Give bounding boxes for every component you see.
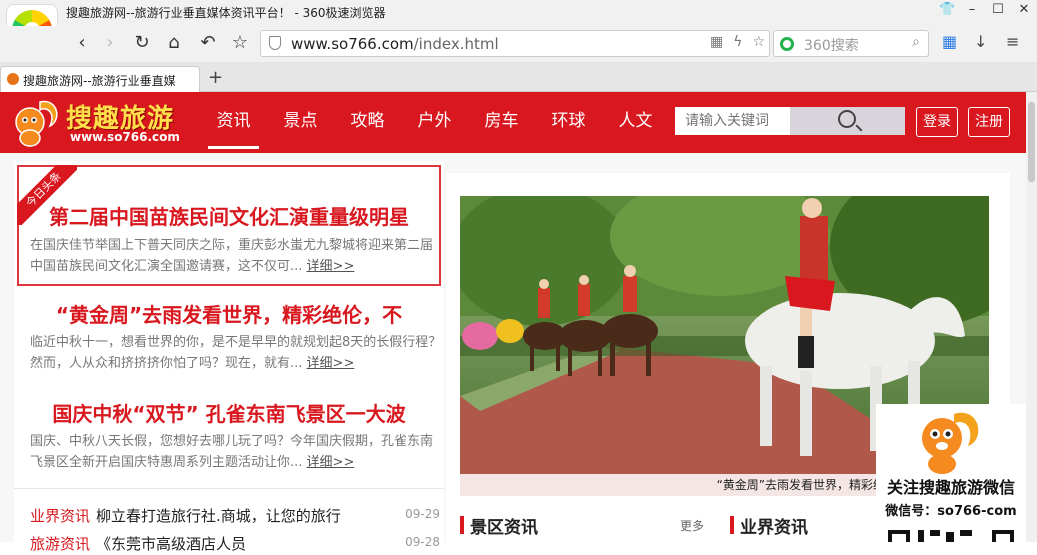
story-summary: 临近中秋十一，想看世界的你，是不是早早的就规划起8天的长假行程？然而，人从众和挤… — [30, 332, 442, 374]
divider — [14, 488, 444, 489]
site-header: 搜趣旅游 www.so766.com 资讯 景点 攻略 户外 房车 环球 人文 … — [0, 92, 1026, 153]
story-more-link[interactable]: 详细>> — [307, 356, 355, 371]
forward-icon[interactable]: › — [98, 31, 122, 55]
news-category[interactable]: 业界资讯 — [30, 507, 90, 525]
section-scenic[interactable]: 景区资讯 — [460, 513, 538, 538]
close-icon[interactable]: ✕ — [1017, 2, 1031, 17]
qr-code-image — [888, 530, 1014, 542]
browser-toolbar: ‹ › ↻ ⌂ ↶ ☆ www.so766.com/index.html ▦ ϟ… — [0, 26, 1037, 62]
menu-icon[interactable]: ≡ — [1006, 32, 1019, 51]
site-favicon-icon — [7, 73, 19, 85]
lightning-icon[interactable]: ϟ — [733, 34, 742, 50]
news-date: 09-29 — [405, 507, 440, 521]
story-summary: 国庆、中秋八天长假，您想好去哪儿玩了吗？今年国庆假期，孔雀东南飞景区全新开启国庆… — [30, 431, 442, 473]
qr-title: 关注搜趣旅游微信 — [886, 478, 1015, 497]
tab-active[interactable]: 搜趣旅游网--旅游行业垂直媒 — [0, 66, 200, 92]
wechat-follow-panel[interactable]: 关注搜趣旅游微信 微信号：so766-com — [876, 404, 1026, 542]
minimize-icon[interactable]: – — [965, 2, 979, 17]
story-summary-text: 在国庆佳节举国上下普天同庆之际，重庆彭水蚩尤九黎城将迎来第二届中国苗族民间文化汇… — [30, 238, 434, 274]
nav-item-culture[interactable]: 人文 — [602, 92, 669, 153]
news-title[interactable]: 《东莞市高级酒店人员 — [96, 535, 246, 553]
story-title[interactable]: 国庆中秋“双节” 孔雀东南飞景区一大波 — [19, 398, 439, 427]
reload-icon[interactable]: ↻ — [130, 31, 154, 55]
story-more-link[interactable]: 详细>> — [307, 259, 355, 274]
undo-icon[interactable]: ↶ — [196, 31, 220, 55]
main-nav: 资讯 景点 攻略 户外 房车 环球 人文 — [200, 92, 669, 153]
register-button[interactable]: 注册 — [968, 107, 1010, 137]
story-title[interactable]: “黄金周”去雨发看世界，精彩绝伦，不 — [19, 299, 439, 328]
squirrel-mascot-icon — [922, 412, 979, 474]
home-icon[interactable]: ⌂ — [162, 31, 186, 55]
nav-item-rv[interactable]: 房车 — [468, 92, 535, 153]
nav-item-outdoor[interactable]: 户外 — [401, 92, 468, 153]
site-logo[interactable]: 搜趣旅游 www.so766.com — [8, 94, 193, 150]
qr-account: 微信号：so766-com — [885, 504, 1017, 519]
browser-search-placeholder: 360搜索 — [804, 38, 859, 54]
back-icon[interactable]: ‹ — [70, 31, 94, 55]
window-title: 搜趣旅游网--旅游行业垂直媒体资讯平台！ - 360极速浏览器 — [66, 6, 386, 20]
url-path: /index.html — [413, 35, 499, 53]
shield-icon — [269, 36, 281, 50]
search-engine-icon[interactable] — [780, 37, 794, 51]
qr-scan-icon[interactable]: ▦ — [710, 34, 723, 50]
news-date: 09-28 — [405, 535, 440, 549]
list-item[interactable]: 旅游资讯 《东莞市高级酒店人员 09-28 — [30, 533, 440, 555]
logo-url: www.so766.com — [70, 130, 180, 144]
login-button[interactable]: 登录 — [916, 107, 958, 137]
window-controls: 👕 – ☐ ✕ — [939, 2, 1031, 17]
news-category[interactable]: 旅游资讯 — [30, 535, 90, 553]
url-text[interactable]: www.so766.com/index.html — [291, 35, 499, 53]
download-icon[interactable]: ↓ — [974, 32, 987, 51]
squirrel-logo-icon — [15, 100, 58, 147]
scrollbar-thumb[interactable] — [1028, 102, 1035, 182]
new-tab-button[interactable]: + — [208, 67, 223, 88]
news-title[interactable]: 柳立春打造旅行社.商城，让您的旅行 — [96, 507, 341, 525]
site-search — [675, 107, 905, 135]
headline-column: 今日头条 第二届中国苗族民间文化汇演重量级明星 在国庆佳节举国上下普天同庆之际，… — [14, 161, 444, 553]
browser-search-box[interactable]: 360搜索 ⌕ — [773, 30, 929, 57]
tab-bar: 搜趣旅游网--旅游行业垂直媒 + — [0, 62, 1037, 92]
page-scrollbar[interactable] — [1026, 92, 1037, 542]
story-summary: 在国庆佳节举国上下普天同庆之际，重庆彭水蚩尤九黎城将迎来第二届中国苗族民间文化汇… — [30, 235, 442, 277]
bookmark-star-icon[interactable]: ☆ — [752, 34, 765, 50]
url-actions: ▦ ϟ ☆ — [710, 34, 765, 50]
site-search-button[interactable] — [790, 107, 905, 135]
story-more-link[interactable]: 详细>> — [307, 455, 355, 470]
nav-item-global[interactable]: 环球 — [535, 92, 602, 153]
url-host: www.so766.com — [291, 35, 414, 53]
tab-title: 搜趣旅游网--旅游行业垂直媒 — [23, 74, 176, 88]
browser-titlebar: 搜趣旅游网--旅游行业垂直媒体资讯平台！ - 360极速浏览器 👕 – ☐ ✕ — [0, 0, 1037, 26]
page-body: 今日头条 第二届中国苗族民间文化汇演重量级明星 在国庆佳节举国上下普天同庆之际，… — [0, 153, 1026, 553]
address-bar[interactable]: www.so766.com/index.html ▦ ϟ ☆ — [260, 30, 770, 57]
favorite-star-icon[interactable]: ☆ — [228, 31, 252, 55]
section-industry[interactable]: 业界资讯 — [730, 513, 808, 538]
maximize-icon[interactable]: ☐ — [991, 2, 1005, 17]
search-icon — [838, 110, 856, 128]
site-search-input[interactable] — [675, 107, 790, 135]
skin-icon[interactable]: 👕 — [939, 2, 955, 17]
story-summary-text: 临近中秋十一，想看世界的你，是不是早早的就规划起8天的长假行程？然而，人从众和挤… — [30, 335, 442, 371]
nav-item-guides[interactable]: 攻略 — [334, 92, 401, 153]
nav-item-news[interactable]: 资讯 — [200, 92, 267, 153]
nav-item-attractions[interactable]: 景点 — [267, 92, 334, 153]
section-more-link[interactable]: 更多 — [680, 517, 704, 534]
story-title[interactable]: 第二届中国苗族民间文化汇演重量级明星 — [19, 201, 439, 230]
list-item[interactable]: 业界资讯 柳立春打造旅行社.商城，让您的旅行 09-29 — [30, 505, 440, 527]
story-summary-text: 国庆、中秋八天长假，您想好去哪儿玩了吗？今年国庆假期，孔雀东南飞景区全新开启国庆… — [30, 434, 434, 470]
search-icon[interactable]: ⌕ — [912, 34, 920, 50]
apps-icon[interactable]: ▦ — [942, 32, 957, 51]
